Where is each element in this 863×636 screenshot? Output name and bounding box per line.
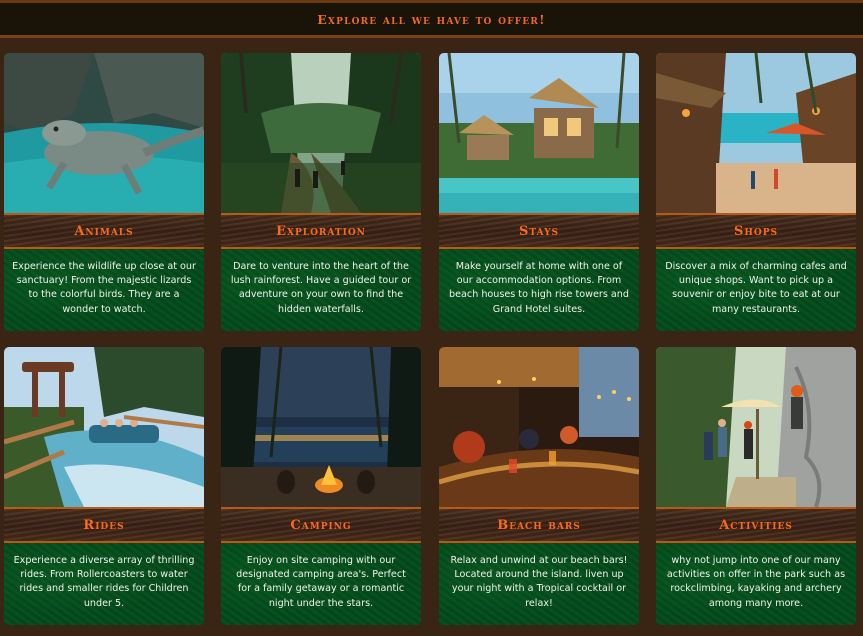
stays-image bbox=[439, 53, 639, 213]
card-exploration[interactable]: Exploration Dare to venture into the hea… bbox=[221, 53, 421, 331]
card-title: Exploration bbox=[276, 223, 366, 239]
shops-label-band: Shops bbox=[656, 213, 856, 249]
activities-label-band: Activities bbox=[656, 507, 856, 543]
animals-description-box: Experience the wildlife up close at our … bbox=[4, 249, 204, 331]
card-rides[interactable]: Rides Experience a diverse array of thri… bbox=[4, 347, 204, 625]
card-title: Beach bars bbox=[497, 517, 581, 533]
activities-description-box: why not jump into one of our many activi… bbox=[656, 543, 856, 625]
camping-image bbox=[221, 347, 421, 507]
card-title: Activities bbox=[719, 517, 793, 533]
activities-image bbox=[656, 347, 856, 507]
exploration-description-box: Dare to venture into the heart of the lu… bbox=[221, 249, 421, 331]
card-title: Animals bbox=[74, 223, 134, 239]
card-camping[interactable]: Camping Enjoy on site camping with our d… bbox=[221, 347, 421, 625]
exploration-label-band: Exploration bbox=[221, 213, 421, 249]
beach-bars-label-band: Beach bars bbox=[439, 507, 639, 543]
rides-label-band: Rides bbox=[4, 507, 204, 543]
card-shops[interactable]: Shops Discover a mix of charming cafes a… bbox=[656, 53, 856, 331]
card-description: Experience a diverse array of thrilling … bbox=[13, 555, 195, 609]
card-description: why not jump into one of our many activi… bbox=[666, 555, 846, 609]
card-title: Camping bbox=[290, 517, 352, 533]
beach-bars-image bbox=[439, 347, 639, 507]
card-description: Experience the wildlife up close at our … bbox=[12, 261, 196, 315]
card-title: Shops bbox=[734, 223, 778, 239]
card-description: Dare to venture into the heart of the lu… bbox=[230, 261, 412, 315]
card-title: Stays bbox=[518, 223, 560, 239]
camping-label-band: Camping bbox=[221, 507, 421, 543]
card-description: Make yourself at home with one of our ac… bbox=[449, 261, 629, 315]
page-header: Explore all we have to offer! bbox=[0, 0, 863, 38]
rides-image bbox=[4, 347, 204, 507]
camping-description-box: Enjoy on site camping with our designate… bbox=[221, 543, 421, 625]
card-title: Rides bbox=[83, 517, 125, 533]
card-description: Enjoy on site camping with our designate… bbox=[236, 555, 406, 609]
card-beach-bars[interactable]: Beach bars Relax and unwind at our beach… bbox=[439, 347, 639, 625]
stays-description-box: Make yourself at home with one of our ac… bbox=[439, 249, 639, 331]
card-animals[interactable]: Animals Experience the wildlife up close… bbox=[4, 53, 204, 331]
animals-image bbox=[4, 53, 204, 213]
exploration-image bbox=[221, 53, 421, 213]
rides-description-box: Experience a diverse array of thrilling … bbox=[4, 543, 204, 625]
card-activities[interactable]: Activities why not jump into one of our … bbox=[656, 347, 856, 625]
shops-description-box: Discover a mix of charming cafes and uni… bbox=[656, 249, 856, 331]
stays-label-band: Stays bbox=[439, 213, 639, 249]
card-description: Discover a mix of charming cafes and uni… bbox=[665, 261, 847, 315]
animals-label-band: Animals bbox=[4, 213, 204, 249]
card-stays[interactable]: Stays Make yourself at home with one of … bbox=[439, 53, 639, 331]
page-title: Explore all we have to offer! bbox=[317, 11, 546, 27]
shops-image bbox=[656, 53, 856, 213]
card-description: Relax and unwind at our beach bars! Loca… bbox=[450, 555, 628, 609]
beach-bars-description-box: Relax and unwind at our beach bars! Loca… bbox=[439, 543, 639, 625]
